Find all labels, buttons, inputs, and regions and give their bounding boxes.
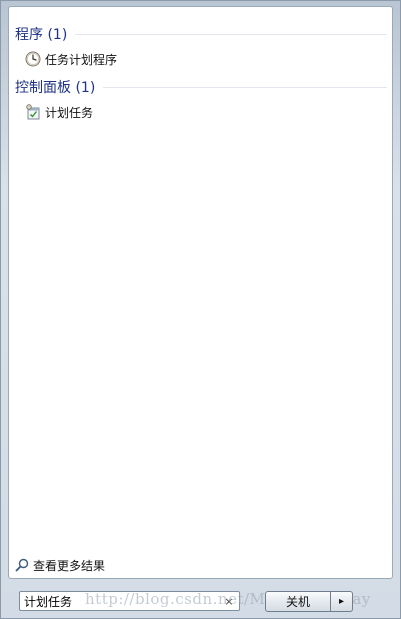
result-item-scheduled-tasks[interactable]: 计划任务: [25, 102, 93, 122]
group-title-control-panel: 控制面板 (1): [15, 80, 96, 96]
result-item-task-scheduler[interactable]: 任务计划程序: [25, 49, 117, 69]
start-menu: 程序 (1) 任务计划程序 控制面板 (1) 计划任务 查看更多结果 计划任务 …: [0, 0, 401, 619]
shutdown-options-button[interactable]: ▸: [331, 591, 353, 612]
result-item-label: 计划任务: [45, 105, 94, 120]
search-results-panel: 程序 (1) 任务计划程序 控制面板 (1) 计划任务 查看更多结果: [8, 6, 393, 579]
search-magnifier-icon: [15, 558, 29, 572]
clock-icon: [25, 51, 41, 67]
group-header-programs[interactable]: 程序 (1): [15, 24, 387, 44]
group-divider: [75, 33, 387, 35]
result-item-label: 任务计划程序: [45, 52, 118, 67]
group-header-control-panel[interactable]: 控制面板 (1): [15, 77, 387, 97]
search-input[interactable]: [20, 593, 221, 609]
shutdown-group: 关机 ▸: [265, 591, 353, 612]
search-box[interactable]: ×: [19, 591, 240, 611]
see-more-results-link[interactable]: 查看更多结果: [15, 555, 105, 575]
chevron-right-icon: ▸: [338, 596, 345, 607]
group-title-programs: 程序 (1): [15, 27, 68, 43]
group-divider: [103, 86, 387, 88]
see-more-results-label: 查看更多结果: [33, 558, 106, 573]
shutdown-button[interactable]: 关机: [265, 591, 331, 612]
clear-search-icon[interactable]: ×: [221, 593, 237, 609]
scheduled-tasks-icon: [25, 104, 41, 120]
